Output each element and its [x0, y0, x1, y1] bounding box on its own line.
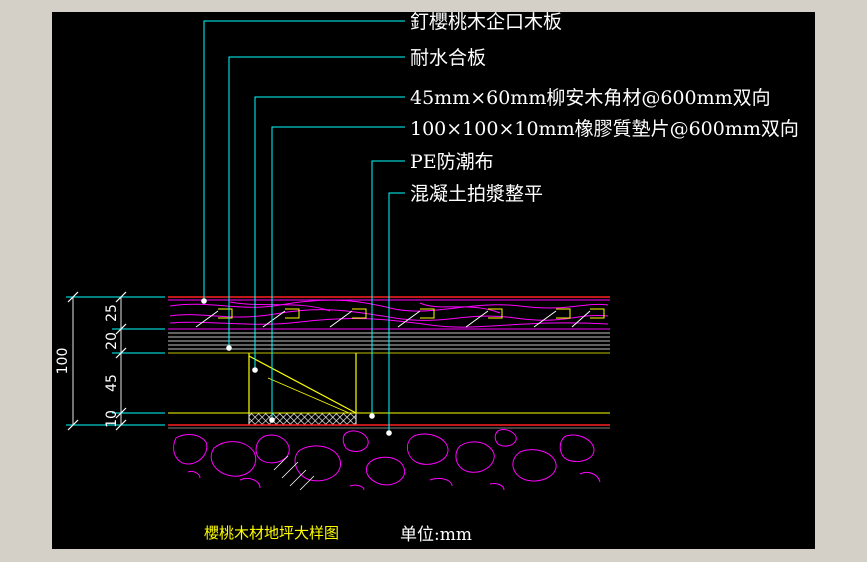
floor-detail-drawing: 釘櫻桃木企口木板 耐水合板 45mm×60mm柳安木角材@600mm双向 100… [55, 11, 799, 545]
leader-lines [203, 20, 405, 433]
dimension-layer-1: 25 [104, 304, 120, 322]
dimension-total: 100 [55, 348, 71, 375]
dimension-layer-4: 10 [104, 410, 120, 428]
callout-rubber-pad: 100×100×10mm橡膠質墊片@600mm双向 [410, 118, 799, 140]
dimension-layer-2: 20 [104, 332, 120, 350]
callout-batten: 45mm×60mm柳安木角材@600mm双向 [410, 87, 771, 109]
dimension-labels: 100 25 20 45 10 [55, 304, 120, 428]
callout-cherry-flooring: 釘櫻桃木企口木板 [410, 11, 562, 33]
callout-pe-barrier: PE防潮布 [410, 151, 494, 173]
unit-label: 单位:mm [400, 525, 472, 545]
rubber-pad [248, 412, 357, 426]
callout-concrete: 混凝土拍漿整平 [410, 183, 543, 205]
callout-labels: 釘櫻桃木企口木板 耐水合板 45mm×60mm柳安木角材@600mm双向 100… [410, 11, 799, 205]
concrete-slab [173, 429, 601, 491]
dimension-layer-3: 45 [104, 374, 120, 392]
lauan-wood-batten [248, 353, 357, 414]
drawing-title: 櫻桃木材地坪大样图 [204, 524, 339, 542]
callout-plywood: 耐水合板 [410, 47, 486, 69]
